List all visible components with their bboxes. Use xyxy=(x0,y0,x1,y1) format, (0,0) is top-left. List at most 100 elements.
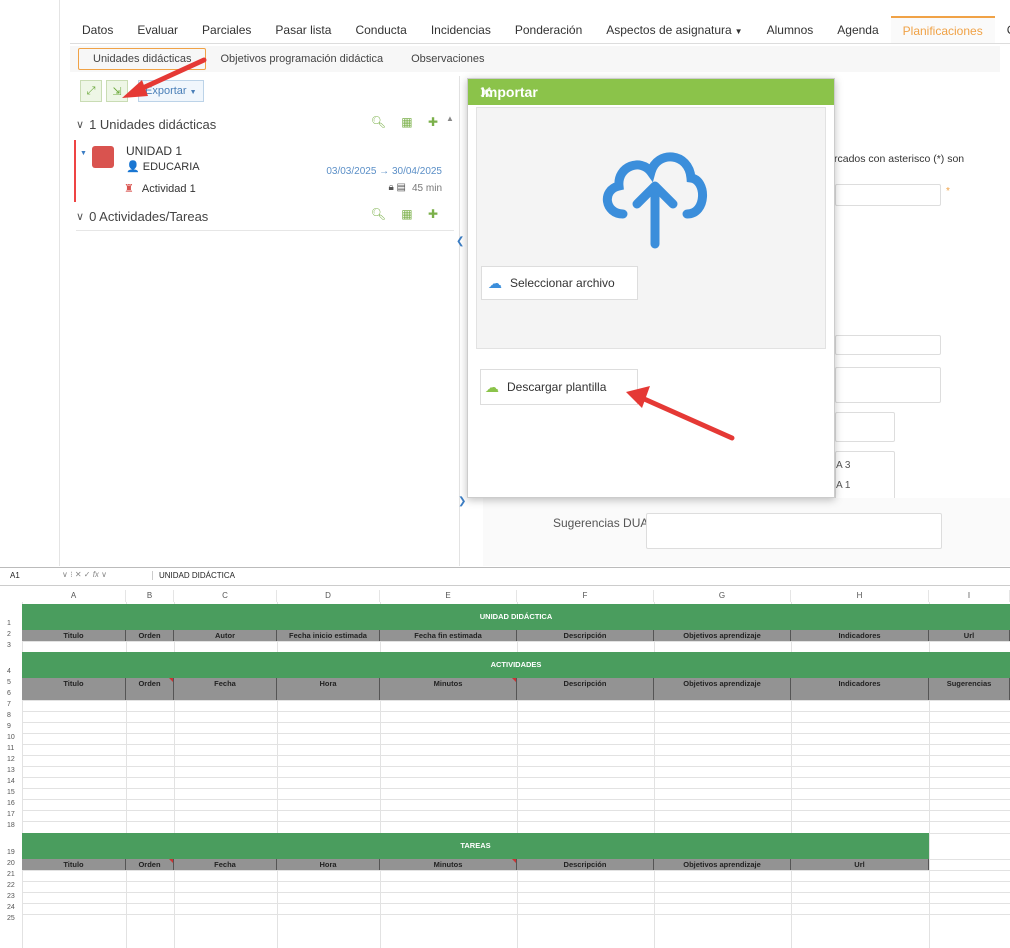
tab-pasar-lista[interactable]: Pasar lista xyxy=(263,16,343,43)
grid-line xyxy=(22,755,1010,756)
header-cell: Minutos xyxy=(380,678,517,700)
header-cell: Orden xyxy=(126,859,174,870)
grid-line xyxy=(22,722,1010,723)
column-header: H xyxy=(791,590,929,602)
subtab-objetivos[interactable]: Objetivos programación didáctica xyxy=(206,49,397,69)
cloud-upload-icon: ☁ xyxy=(488,274,502,291)
row-number: 3 xyxy=(7,642,11,649)
tab-ponderacion[interactable]: Ponderación xyxy=(503,16,594,43)
form-field[interactable] xyxy=(835,184,941,206)
units-section-title: 1 Unidades didácticas xyxy=(89,116,217,132)
header-cell: Indicadores xyxy=(791,630,929,641)
grid-line xyxy=(22,777,1010,778)
header-cell: Objetivos aprendizaje xyxy=(654,630,791,641)
tab-planificaciones[interactable]: Planificaciones xyxy=(890,16,995,43)
section-title-actividades: ACTIVIDADES xyxy=(22,652,1010,678)
tab-aspectos-label: Aspectos de asignatura xyxy=(606,23,732,37)
header-cell: Orden xyxy=(126,678,174,700)
row-number: 23 xyxy=(7,893,15,900)
tab-evaluar[interactable]: Evaluar xyxy=(125,16,190,43)
column-header: F xyxy=(517,590,654,602)
subtab-observaciones[interactable]: Observaciones xyxy=(397,49,498,69)
header-cell: Hora xyxy=(277,859,380,870)
header-cell: Descripción xyxy=(517,859,654,870)
header-cell: Url xyxy=(791,859,929,870)
grid-line xyxy=(22,892,1010,893)
chevron-left-icon[interactable]: ❮ xyxy=(456,236,464,247)
header-cell: Objetivos aprendizaje xyxy=(654,859,791,870)
tab-cobe[interactable]: Cobe xyxy=(995,16,1010,43)
expand-button[interactable]: ⤢ xyxy=(80,80,102,102)
row-number: 9 xyxy=(7,723,11,730)
header-cell: Minutos xyxy=(380,859,517,870)
form-field[interactable] xyxy=(835,367,941,403)
tab-parciales[interactable]: Parciales xyxy=(190,16,263,43)
units-tools[interactable]: 🔍︎ ▦ ✚ xyxy=(371,115,444,129)
grid-line xyxy=(22,711,1010,712)
form-field[interactable] xyxy=(835,335,941,355)
download-template-button[interactable]: ☁ Descargar plantilla xyxy=(480,369,638,405)
chevron-down-icon: ∨ xyxy=(76,118,85,131)
form-field[interactable] xyxy=(835,412,895,442)
spreadsheet: A1 ∨ ⁝ ✕ ✓ fx ∨ UNIDAD DIDÁCTICA ABCDEFG… xyxy=(0,567,1010,948)
tab-incidencias[interactable]: Incidencias xyxy=(419,16,503,43)
header-cell: Fecha xyxy=(174,859,277,870)
tab-aspectos[interactable]: Aspectos de asignatura ▼ xyxy=(594,16,754,43)
select-file-button[interactable]: ☁ Seleccionar archivo xyxy=(481,266,638,300)
modal-header: ✕ Importar xyxy=(468,79,834,105)
formula-value[interactable]: UNIDAD DIDÁCTICA xyxy=(152,571,235,580)
expand-triangle-icon[interactable]: ▼ xyxy=(80,150,87,157)
row-number: 4 xyxy=(7,668,11,675)
row-number: 18 xyxy=(7,822,15,829)
tab-conducta[interactable]: Conducta xyxy=(343,16,418,43)
activity-label: Actividad 1 xyxy=(141,183,196,195)
column-header: A xyxy=(22,590,126,602)
comment-marker xyxy=(169,678,173,682)
close-icon[interactable]: ✕ xyxy=(479,81,492,107)
column-header: I xyxy=(929,590,1010,602)
dua-field[interactable] xyxy=(646,513,942,549)
row-number: 2 xyxy=(7,631,11,638)
chevron-right-icon[interactable]: ❯ xyxy=(458,496,466,507)
annotation-arrow xyxy=(122,57,207,98)
unit-dates: 03/03/2025 → 30/04/2025 xyxy=(326,166,442,177)
header-row-actividades: Titulo Orden Fecha Hora Minutos Descripción Ob… xyxy=(22,678,1010,700)
tab-alumnos[interactable]: Alumnos xyxy=(755,16,826,43)
row-number: 5 xyxy=(7,679,11,686)
row-number: 12 xyxy=(7,756,15,763)
tag-field[interactable] xyxy=(835,451,895,501)
scroll-up-icon[interactable]: ▲ xyxy=(446,114,454,123)
header-cell: Autor xyxy=(174,630,277,641)
comment-marker xyxy=(512,859,516,863)
row-number: 10 xyxy=(7,734,15,741)
grid-line xyxy=(22,700,1010,701)
grid-line xyxy=(22,744,1010,745)
grid-line xyxy=(22,766,1010,767)
row-number: 16 xyxy=(7,800,15,807)
tab-agenda[interactable]: Agenda xyxy=(825,16,890,43)
row-number: 22 xyxy=(7,882,15,889)
row-number: 13 xyxy=(7,767,15,774)
section-title-tareas: TAREAS xyxy=(22,833,929,859)
tag-item[interactable]: A 1 xyxy=(836,480,850,491)
app-window: Datos Evaluar Parciales Pasar lista Cond… xyxy=(0,0,1010,566)
grid-line xyxy=(22,914,1010,915)
grid-line xyxy=(22,788,1010,789)
activity-item[interactable]: ♜ Actividad 1 xyxy=(124,182,196,195)
unit-card[interactable]: ▼ UNIDAD 1 👤 EDUCARIA 03/03/2025 → 30/04… xyxy=(74,140,442,202)
left-gutter xyxy=(0,0,60,566)
cell-reference[interactable]: A1 xyxy=(10,571,20,580)
grid-line xyxy=(22,881,1010,882)
unit-title: UNIDAD 1 xyxy=(126,144,183,158)
grid-line xyxy=(22,799,1010,800)
units-section-header[interactable]: ∨ 1 Unidades didácticas 🔍︎ ▦ ✚ xyxy=(76,112,454,136)
activities-tools[interactable]: 🔍︎ ▦ ✚ xyxy=(371,207,444,221)
row-number: 6 xyxy=(7,690,11,697)
formula-controls[interactable]: ∨ ⁝ ✕ ✓ fx ∨ xyxy=(62,570,107,579)
row-number: 20 xyxy=(7,860,15,867)
drop-zone[interactable]: ☁ Seleccionar archivo xyxy=(476,107,826,349)
tab-datos[interactable]: Datos xyxy=(70,16,125,43)
row-number: 8 xyxy=(7,712,11,719)
tag-item[interactable]: A 3 xyxy=(836,460,850,471)
activities-section-header[interactable]: ∨ 0 Actividades/Tareas 🔍︎ ▦ ✚ xyxy=(76,204,454,228)
